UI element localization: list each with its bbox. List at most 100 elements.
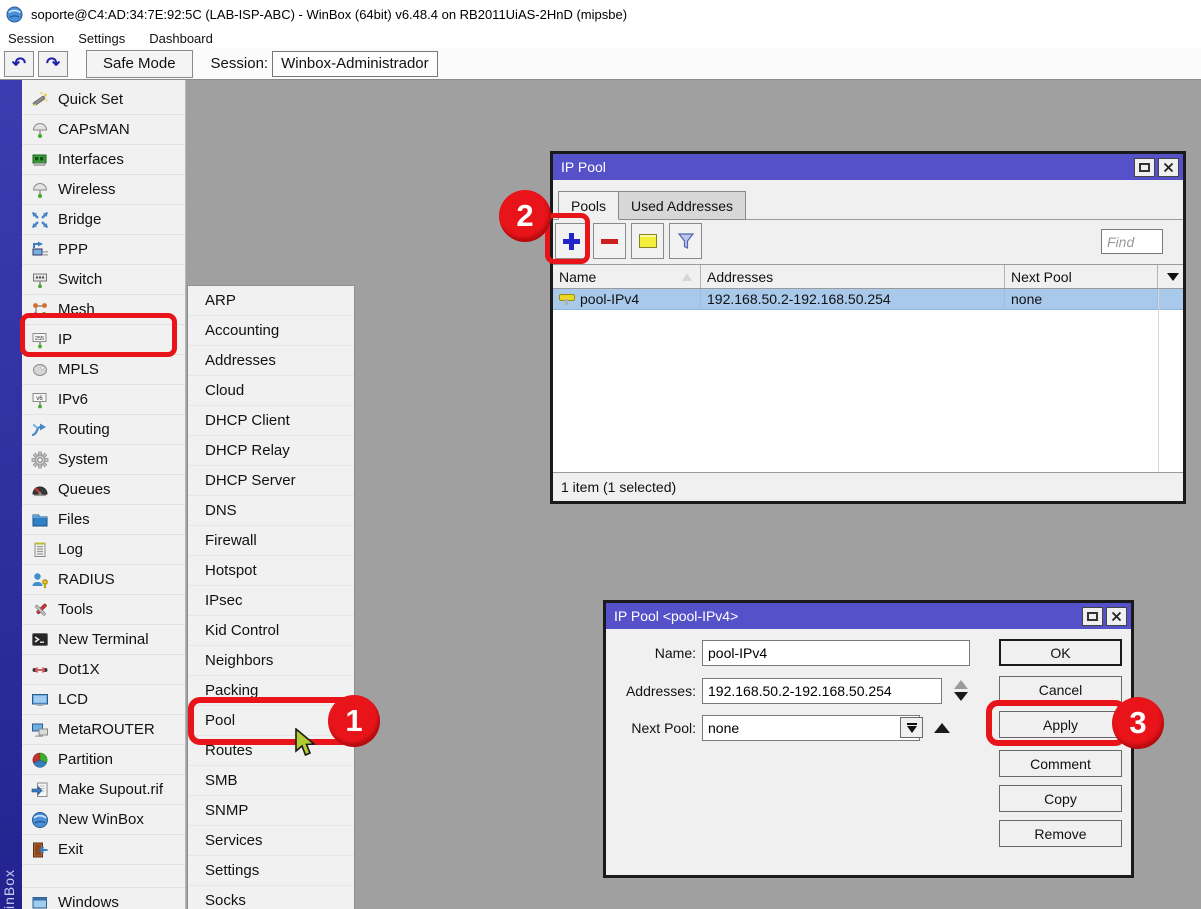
sidebar-item-mpls[interactable]: MPLS [22, 355, 185, 385]
submenu-item-kid-control[interactable]: Kid Control [188, 616, 354, 646]
menu-dashboard[interactable]: Dashboard [149, 31, 213, 46]
sidebar-item-windows[interactable]: Windows [22, 888, 185, 909]
ip-pool-titlebar[interactable]: IP Pool [553, 154, 1183, 180]
sidebar-item-new-winbox[interactable]: New WinBox [22, 805, 185, 835]
column-menu-button[interactable] [1158, 265, 1182, 288]
sidebar-item-exit[interactable]: Exit [22, 835, 185, 865]
redo-button[interactable]: ↷ [38, 51, 68, 77]
safe-mode-button[interactable]: Safe Mode [86, 50, 193, 78]
submenu-item-socks[interactable]: Socks [188, 886, 354, 909]
tab-used-addresses[interactable]: Used Addresses [619, 191, 746, 220]
session-value[interactable]: Winbox-Administrador [272, 51, 438, 77]
submenu-item-arp[interactable]: ARP [188, 286, 354, 316]
sidebar-item-label: PPP [58, 241, 88, 258]
sidebar-item-label: MPLS [58, 361, 99, 378]
submenu-item-neighbors[interactable]: Neighbors [188, 646, 354, 676]
sidebar-item-interfaces[interactable]: Interfaces [22, 145, 185, 175]
close-button[interactable] [1158, 158, 1179, 177]
filter-button[interactable] [669, 223, 702, 259]
sidebar-item-switch[interactable]: Switch [22, 265, 185, 295]
submenu-item-settings[interactable]: Settings [188, 856, 354, 886]
submenu-item-firewall[interactable]: Firewall [188, 526, 354, 556]
sidebar-item-make-supout[interactable]: Make Supout.rif [22, 775, 185, 805]
pool-table: Name Addresses Next Pool pool-IPv4 192.1… [553, 264, 1183, 472]
sidebar-item-system[interactable]: System [22, 445, 185, 475]
sidebar-item-queues[interactable]: Queues [22, 475, 185, 505]
chevron-down-icon [1167, 273, 1179, 281]
sidebar-item-routing[interactable]: Routing [22, 415, 185, 445]
menu-session[interactable]: Session [8, 31, 54, 46]
ok-button[interactable]: OK [999, 639, 1122, 666]
sidebar-item-tools[interactable]: Tools [22, 595, 185, 625]
sidebar-item-radius[interactable]: RADIUS [22, 565, 185, 595]
sidebar-item-new-terminal[interactable]: New Terminal [22, 625, 185, 655]
antenna-dome-icon [31, 181, 49, 199]
dialog-titlebar[interactable]: IP Pool <pool-IPv4> [606, 603, 1131, 629]
sidebar-item-dot1x[interactable]: Dot1X [22, 655, 185, 685]
comment-button[interactable]: Comment [999, 750, 1122, 777]
find-input[interactable] [1101, 229, 1163, 254]
submenu-item-dns[interactable]: DNS [188, 496, 354, 526]
sidebar-item-lcd[interactable]: LCD [22, 685, 185, 715]
copy-button[interactable]: Copy [999, 785, 1122, 812]
remove-button[interactable]: Remove [999, 820, 1122, 847]
sidebar-item-label: New WinBox [58, 811, 144, 828]
next-pool-input[interactable] [702, 715, 920, 741]
brand-vertical-label: WinBox [1, 869, 17, 909]
submenu-item-accounting[interactable]: Accounting [188, 316, 354, 346]
submenu-arrow-icon [171, 454, 179, 466]
sidebar-item-quick-set[interactable]: Quick Set [22, 85, 185, 115]
mpls-tag-icon [31, 361, 49, 379]
close-button[interactable] [1106, 607, 1127, 626]
column-guide-line [1158, 289, 1159, 473]
next-pool-dropdown-button[interactable] [900, 717, 923, 738]
maximize-button[interactable] [1082, 607, 1103, 626]
network-card-icon [31, 151, 49, 169]
addresses-spinner[interactable] [953, 678, 969, 704]
submenu-item-dhcp-relay[interactable]: DHCP Relay [188, 436, 354, 466]
windows-icon [31, 894, 49, 909]
sidebar-item-log[interactable]: Log [22, 535, 185, 565]
winbox-globe-icon [6, 6, 23, 23]
sidebar-item-bridge[interactable]: Bridge [22, 205, 185, 235]
sidebar-item-files[interactable]: Files [22, 505, 185, 535]
remove-pool-button[interactable] [593, 223, 626, 259]
annotation-box-ip [20, 313, 177, 357]
maximize-icon [1087, 612, 1098, 621]
sidebar-item-ppp[interactable]: PPP [22, 235, 185, 265]
submenu-item-dhcp-server[interactable]: DHCP Server [188, 466, 354, 496]
submenu-item-cloud[interactable]: Cloud [188, 376, 354, 406]
sidebar-spacer [22, 865, 185, 888]
sidebar-item-ipv6[interactable]: v6 IPv6 [22, 385, 185, 415]
undo-icon: ↶ [12, 54, 26, 74]
undo-button[interactable]: ↶ [4, 51, 34, 77]
addresses-input[interactable] [702, 678, 942, 704]
column-header-next-pool[interactable]: Next Pool [1005, 265, 1158, 288]
submenu-item-hotspot[interactable]: Hotspot [188, 556, 354, 586]
sidebar-item-partition[interactable]: Partition [22, 745, 185, 775]
cell-spacer [1158, 289, 1182, 309]
sidebar-item-capsman[interactable]: CAPsMAN [22, 115, 185, 145]
submenu-item-smb[interactable]: SMB [188, 766, 354, 796]
sidebar-item-metarouter[interactable]: MetaROUTER [22, 715, 185, 745]
submenu-item-services[interactable]: Services [188, 826, 354, 856]
folder-icon [31, 511, 49, 529]
sidebar-item-wireless[interactable]: Wireless [22, 175, 185, 205]
annotation-box-add [545, 213, 590, 264]
submenu-item-dhcp-client[interactable]: DHCP Client [188, 406, 354, 436]
menu-settings[interactable]: Settings [78, 31, 125, 46]
submenu-item-ipsec[interactable]: IPsec [188, 586, 354, 616]
sidebar-item-label: Make Supout.rif [58, 781, 163, 798]
comment-pool-button[interactable] [631, 223, 664, 259]
collapse-up-icon[interactable] [934, 723, 950, 733]
maximize-button[interactable] [1134, 158, 1155, 177]
cancel-button[interactable]: Cancel [999, 676, 1122, 703]
name-input[interactable] [702, 640, 970, 666]
table-row-pool-ipv4[interactable]: pool-IPv4 192.168.50.2-192.168.50.254 no… [553, 289, 1183, 310]
submenu-arrow-icon [171, 424, 179, 436]
column-header-name[interactable]: Name [553, 265, 701, 288]
submenu-item-addresses[interactable]: Addresses [188, 346, 354, 376]
sidebar-item-label: Queues [58, 481, 111, 498]
submenu-item-snmp[interactable]: SNMP [188, 796, 354, 826]
column-header-addresses[interactable]: Addresses [701, 265, 1005, 288]
